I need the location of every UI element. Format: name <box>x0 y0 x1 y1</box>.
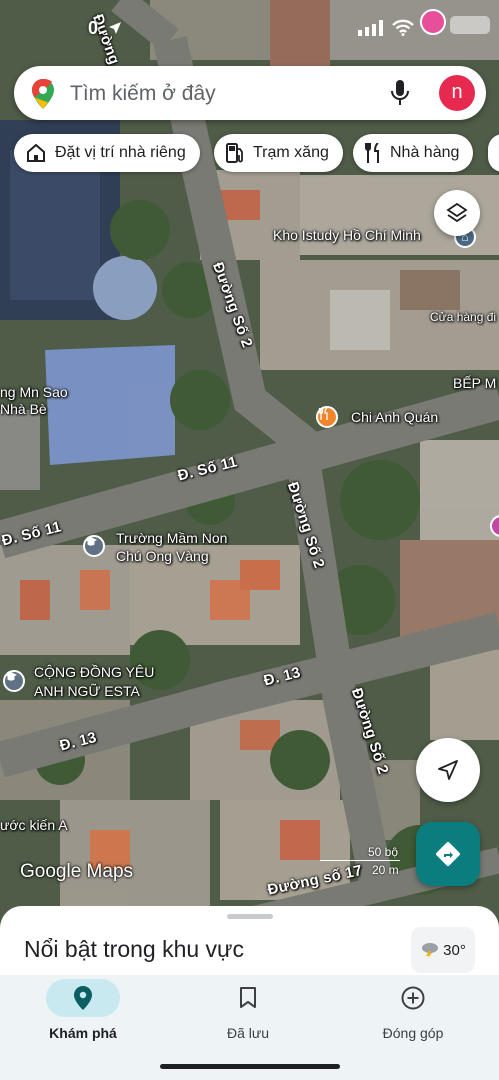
scale-bar <box>320 860 400 861</box>
google-maps-logo-icon <box>32 79 54 109</box>
status-bar: 0 <box>0 0 499 56</box>
microphone-icon[interactable] <box>391 80 409 106</box>
explore-pin-icon <box>74 986 92 1010</box>
nav-explore[interactable]: Khám phá <box>13 979 153 1041</box>
poi-label[interactable]: Nhà Bè <box>0 401 47 418</box>
google-maps-attribution: Google Maps <box>20 861 134 882</box>
navigation-arrow-icon <box>438 760 458 780</box>
signal-icon <box>358 20 383 36</box>
chip-set-home[interactable]: Đặt vị trí nhà riêng <box>14 134 200 172</box>
directions-button[interactable] <box>416 822 480 886</box>
map-scale: 50 bộ 20 m <box>320 843 400 877</box>
nav-saved[interactable]: Đã lưu <box>178 979 318 1041</box>
directions-icon <box>436 842 460 866</box>
nav-label: Đóng góp <box>382 1025 444 1041</box>
poi-label[interactable]: BẾP M <box>453 375 496 392</box>
layers-icon <box>446 202 468 223</box>
school-poi-icon[interactable] <box>3 670 25 692</box>
poi-label[interactable]: ước kiến A <box>0 817 68 834</box>
scale-label-feet: 50 bộ <box>368 845 399 859</box>
poi-label[interactable]: Cửa hàng đi <box>430 309 496 326</box>
bookmark-icon <box>240 987 256 1008</box>
home-icon <box>27 144 45 162</box>
home-indicator[interactable] <box>160 1064 340 1069</box>
chip-restaurant[interactable]: Nhà hàng <box>353 134 474 172</box>
chip-label: Nhà hàng <box>390 144 460 161</box>
nav-contribute[interactable]: Đóng góp <box>343 979 483 1041</box>
sheet-title: Nổi bật trong khu vực <box>24 936 244 962</box>
wifi-icon <box>392 19 414 36</box>
gas-station-icon <box>226 143 243 163</box>
nav-active-indicator <box>46 979 120 1017</box>
status-time: 0 <box>88 18 99 38</box>
chip-gas-station[interactable]: Trạm xăng <box>214 134 343 172</box>
battery-icon <box>450 16 490 34</box>
thunderstorm-icon <box>422 943 439 959</box>
school-poi-icon[interactable] <box>83 535 105 557</box>
add-circle-icon <box>401 986 425 1010</box>
account-avatar[interactable]: n <box>439 75 475 111</box>
chip-label: Đặt vị trí nhà riêng <box>55 144 186 161</box>
restaurant-poi-icon[interactable] <box>316 406 338 428</box>
weather-badge[interactable]: 30° <box>411 927 475 973</box>
temperature: 30° <box>443 941 466 959</box>
my-location-button[interactable] <box>416 738 480 802</box>
poi-label[interactable]: Chi Anh Quán <box>351 409 438 426</box>
chip-label: Trạm xăng <box>253 144 329 161</box>
layers-button[interactable] <box>434 190 480 236</box>
poi-label[interactable]: ng Mn Sao <box>0 384 68 401</box>
poi-label[interactable]: Kho Istudy Hồ Chí Minh <box>273 227 421 244</box>
sheet-drag-handle[interactable] <box>227 914 273 919</box>
scale-label-meters: 20 m <box>372 863 399 877</box>
poi-label[interactable]: CỘNG ĐỒNG YÊU <box>34 664 154 681</box>
nav-label: Đã lưu <box>226 1025 270 1041</box>
poi-label[interactable]: Chú Ong Vàng <box>116 548 209 565</box>
notification-app-icon <box>420 9 446 35</box>
location-arrow-icon <box>109 22 121 34</box>
nav-label: Khám phá <box>49 1025 117 1041</box>
search-input[interactable]: Tìm kiếm ở đây <box>70 82 216 106</box>
restaurant-icon <box>365 143 379 163</box>
poi-label[interactable]: ANH NGỮ ESTA <box>34 683 140 700</box>
poi-label[interactable]: Trường Mầm Non <box>116 530 227 547</box>
search-bar[interactable]: Tìm kiếm ở đây n <box>14 66 486 120</box>
